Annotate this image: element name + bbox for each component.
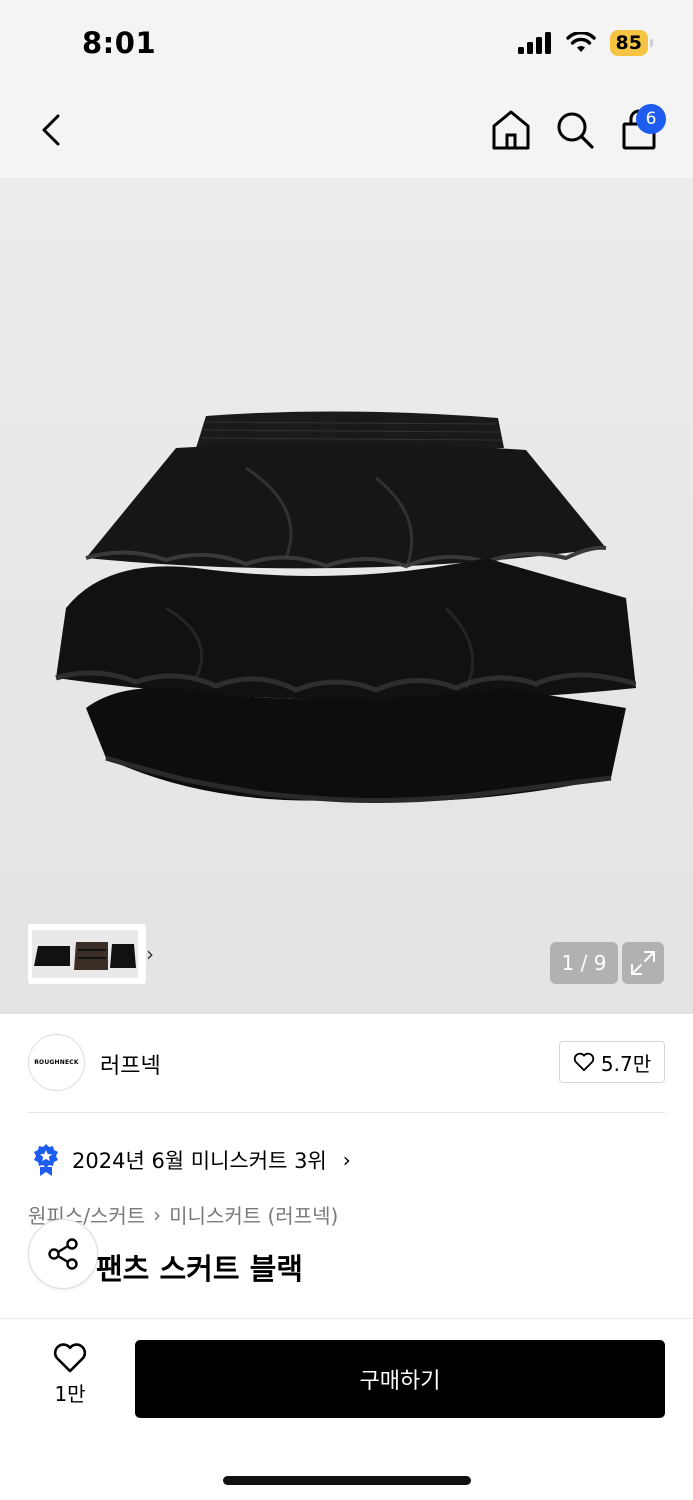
thumbnail-more-chevron-icon[interactable]: › bbox=[146, 942, 154, 966]
home-button[interactable] bbox=[490, 108, 532, 152]
expand-image-button[interactable] bbox=[622, 942, 664, 984]
expand-icon bbox=[631, 951, 655, 975]
brand-like-button[interactable]: 5.7만 bbox=[559, 1041, 665, 1083]
ranking-badge-icon bbox=[34, 1144, 58, 1176]
cart-count-badge: 6 bbox=[636, 104, 666, 134]
home-icon bbox=[492, 110, 530, 150]
search-button[interactable] bbox=[554, 108, 596, 152]
brand-name[interactable]: 러프넥 bbox=[100, 1048, 161, 1080]
back-button[interactable] bbox=[34, 110, 68, 150]
thumbnail-image[interactable] bbox=[108, 930, 138, 978]
section-divider bbox=[28, 1112, 665, 1113]
product-image bbox=[55, 411, 636, 803]
home-indicator bbox=[223, 1476, 471, 1485]
breadcrumb-separator-icon: › bbox=[153, 1202, 162, 1227]
battery-indicator: 85 bbox=[609, 30, 653, 56]
search-icon bbox=[557, 112, 594, 149]
brand-row[interactable]: ROUGHNECK 러프넥 5.7만 bbox=[28, 1034, 665, 1092]
share-icon bbox=[48, 1238, 78, 1270]
battery-level: 85 bbox=[609, 30, 648, 56]
nav-bar bbox=[0, 90, 693, 178]
wishlist-button[interactable]: 1만 bbox=[40, 1342, 100, 1407]
image-page-indicator: 1 / 9 bbox=[550, 942, 618, 984]
buy-button[interactable]: 구매하기 bbox=[135, 1340, 665, 1418]
signal-icon bbox=[517, 32, 551, 54]
battery-tip bbox=[650, 39, 653, 47]
status-bar: 8:01 85 bbox=[0, 0, 693, 90]
wifi-icon bbox=[565, 32, 596, 52]
heart-icon bbox=[53, 1343, 87, 1373]
share-button[interactable] bbox=[28, 1219, 98, 1289]
chevron-right-icon: › bbox=[342, 1148, 351, 1172]
status-icons: 85 bbox=[517, 30, 653, 56]
status-time: 8:01 bbox=[82, 26, 157, 60]
chevron-left-icon bbox=[42, 114, 60, 146]
breadcrumb-subcategory[interactable]: 미니스커트 (러프넥) bbox=[169, 1200, 338, 1229]
bottom-bar-divider bbox=[0, 1318, 693, 1319]
product-image-gallery[interactable]: › 1 / 9 bbox=[0, 178, 693, 1014]
product-title-text: 팬츠 스커트 블랙 bbox=[96, 1252, 303, 1286]
thumbnail-strip[interactable]: › bbox=[28, 924, 154, 984]
wishlist-count: 1만 bbox=[54, 1382, 86, 1406]
heart-icon bbox=[573, 1052, 595, 1072]
ranking-link[interactable]: 2024년 6월 미니스커트 3위 › bbox=[32, 1142, 351, 1178]
brand-logo[interactable]: ROUGHNECK bbox=[28, 1034, 85, 1091]
ranking-text: 2024년 6월 미니스커트 3위 bbox=[72, 1149, 327, 1173]
brand-like-count: 5.7만 bbox=[600, 1051, 652, 1076]
